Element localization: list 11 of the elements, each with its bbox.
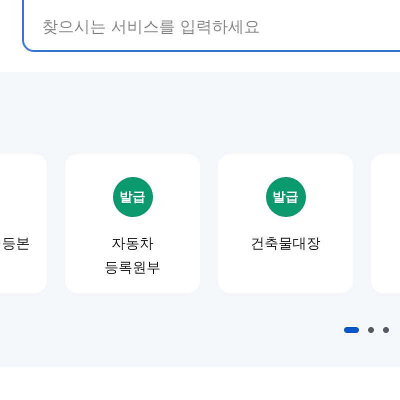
search-field[interactable]: 찾으시는 서비스를 입력하세요 <box>22 0 400 52</box>
service-card[interactable]: 발급 건축물대장 <box>218 154 353 293</box>
issue-badge: 발급 <box>266 177 306 217</box>
service-card[interactable]: 등본 <box>0 154 47 293</box>
pager-dot[interactable] <box>368 327 374 333</box>
pager-dot[interactable] <box>383 327 389 333</box>
service-card[interactable]: 발급 자동차 등록원부 <box>65 154 200 293</box>
service-name: 자동차 등록원부 <box>104 235 160 278</box>
service-name: 건축물대장 <box>250 235 320 254</box>
issue-badge: 발급 <box>112 177 152 217</box>
service-name: 등본 <box>2 235 30 254</box>
